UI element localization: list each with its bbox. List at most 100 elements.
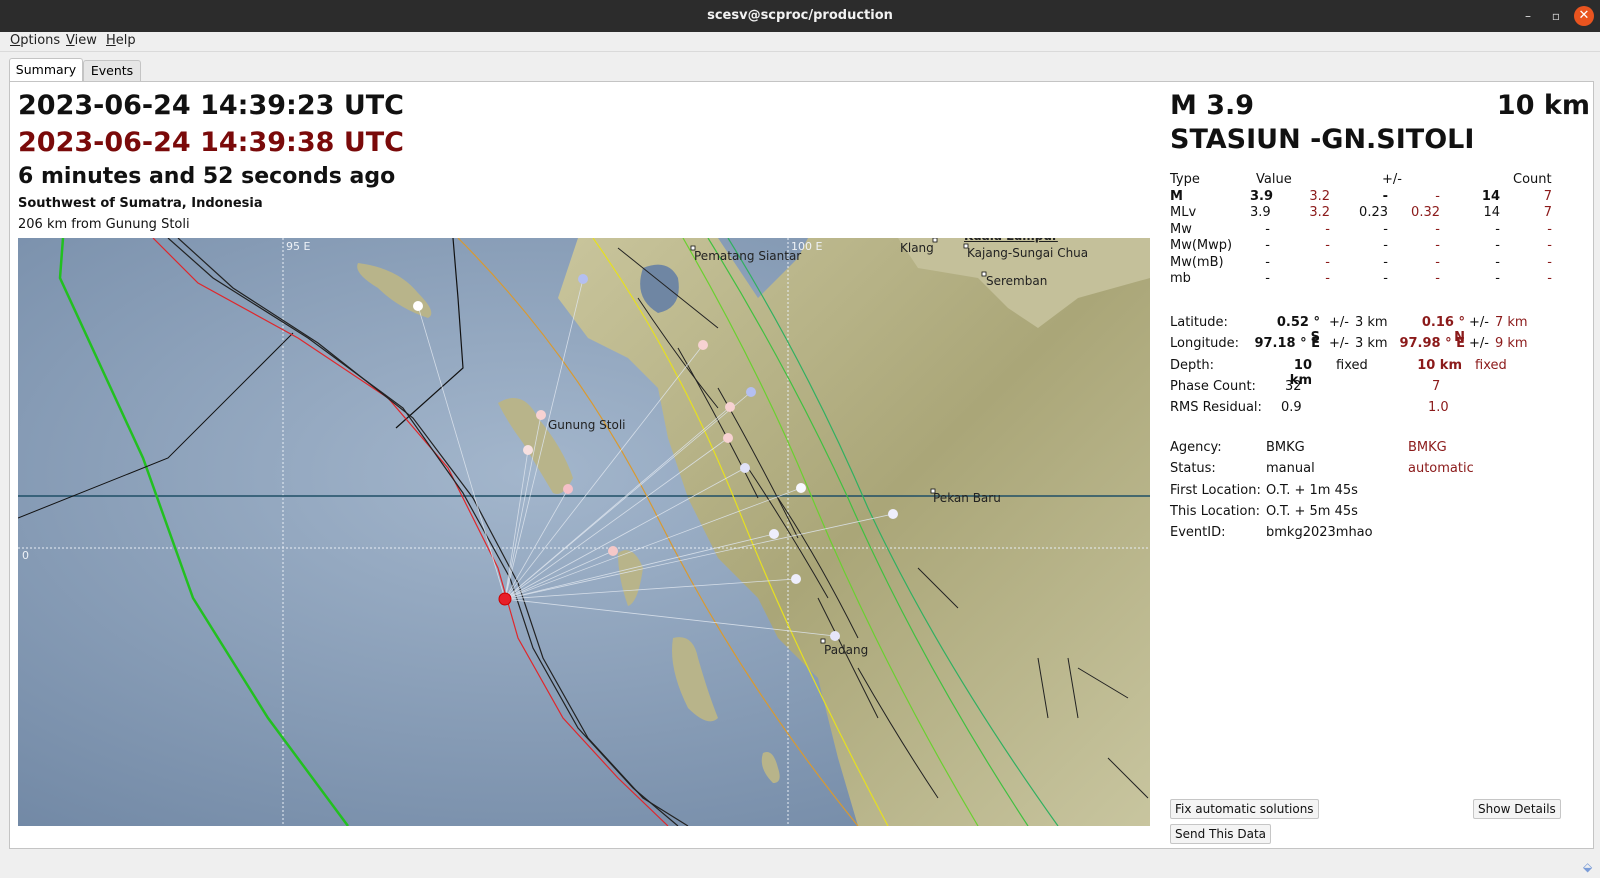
- latitude-pm: +/-: [1329, 315, 1349, 330]
- latitude-pm-auto: +/-: [1469, 315, 1489, 330]
- header-type: Type: [1170, 172, 1200, 187]
- agency-label: Agency:: [1170, 440, 1222, 455]
- magnitude-row-mw[interactable]: Mw - - - - - -: [1170, 222, 1552, 239]
- rms-row: RMS Residual: 0.9 1.0: [1170, 400, 1590, 421]
- phase-count-row: Phase Count: 32 7: [1170, 379, 1590, 400]
- status-label: Status:: [1170, 461, 1216, 477]
- station-marker[interactable]: [769, 529, 779, 539]
- mag-count-auto: 7: [1543, 205, 1552, 220]
- mag-err-auto: -: [1435, 271, 1440, 286]
- agency-row: Agency: BMKG BMKG: [1170, 440, 1590, 461]
- phase-count-value: 32: [1285, 378, 1302, 394]
- location-section: Latitude: 0.52 ° S +/- 3 km 0.16 ° N +/-…: [1170, 315, 1590, 421]
- fix-automatic-solutions-button[interactable]: Fix automatic solutions: [1170, 799, 1319, 819]
- phase-count-value-auto: 7: [1432, 378, 1441, 394]
- station-marker[interactable]: [578, 274, 588, 284]
- this-location-row: This Location: O.T. + 5m 45s: [1170, 504, 1590, 525]
- origin-time: 2023-06-24 14:39:23 UTC: [18, 90, 404, 121]
- longitude-err-auto: 9 km: [1495, 336, 1528, 352]
- mag-value: 3.9: [1250, 188, 1274, 204]
- mag-count: -: [1495, 221, 1500, 237]
- menu-view[interactable]: View: [66, 33, 97, 48]
- epicenter-marker[interactable]: [498, 592, 512, 606]
- station-marker[interactable]: [523, 445, 533, 455]
- longitude-value: 97.18 ° E: [1254, 336, 1320, 352]
- menu-help[interactable]: Help: [106, 33, 136, 48]
- mag-err-auto: -: [1435, 221, 1440, 237]
- station-marker[interactable]: [725, 402, 735, 412]
- magnitude-row-mwmb[interactable]: Mw(mB) - - - - - -: [1170, 255, 1552, 272]
- mag-err: -: [1383, 271, 1388, 286]
- station-marker[interactable]: [698, 340, 708, 350]
- mag-value: 3.9: [1250, 205, 1271, 220]
- send-this-data-button[interactable]: Send This Data: [1170, 824, 1272, 844]
- station-marker[interactable]: [830, 631, 840, 641]
- grid-label-0: 0: [22, 549, 29, 562]
- window-title: scesv@scproc/production: [707, 8, 893, 23]
- latitude-label: Latitude:: [1170, 315, 1228, 330]
- latitude-err: 3 km: [1355, 315, 1388, 330]
- station-marker[interactable]: [608, 546, 618, 556]
- info-section: Agency: BMKG BMKG Status: manual automat…: [1170, 440, 1590, 546]
- first-location-label: First Location:: [1170, 482, 1261, 498]
- depth-row: Depth: 10 km fixed 10 km fixed: [1170, 357, 1590, 388]
- magnitude-row-mwp[interactable]: Mw(Mwp) - - - - - -: [1170, 238, 1552, 255]
- mag-value: -: [1265, 254, 1270, 270]
- tab-summary[interactable]: Summary: [9, 58, 83, 83]
- station-marker[interactable]: [791, 574, 801, 584]
- station-marker[interactable]: [740, 463, 750, 473]
- event-map[interactable]: 95 E 100 E 0 Pematang Siantar Klang Kual…: [18, 238, 1150, 826]
- city-label: Kajang-Sungai Chua: [967, 246, 1089, 260]
- mag-err: -: [1383, 254, 1388, 270]
- station-marker[interactable]: [888, 509, 898, 519]
- mag-err: 0.23: [1359, 205, 1388, 220]
- magnitude-header-row: Type Value +/- Count: [1170, 172, 1552, 189]
- mag-err-auto: -: [1435, 238, 1440, 253]
- rms-value: 0.9: [1281, 400, 1302, 416]
- app-window: scesv@scproc/production – ▫ ✕ Options Vi…: [0, 0, 1600, 878]
- station-marker[interactable]: [746, 387, 756, 397]
- grid-label-95e: 95 E: [286, 240, 311, 253]
- magnitude-table: Type Value +/- Count M 3.9 3.2 - - 14 7 …: [1170, 172, 1552, 288]
- menu-options[interactable]: Options: [10, 33, 60, 48]
- resize-grip-icon[interactable]: ⬙: [1583, 860, 1597, 874]
- mag-value-auto: -: [1325, 254, 1330, 270]
- header-count: Count: [1513, 172, 1552, 187]
- header-value: Value: [1256, 172, 1292, 187]
- depth-label: Depth:: [1170, 357, 1214, 373]
- mag-count: -: [1495, 254, 1500, 270]
- station-marker[interactable]: [413, 301, 423, 311]
- mag-count-auto: -: [1547, 238, 1552, 253]
- agency-value: BMKG: [1266, 440, 1305, 455]
- mag-count: -: [1495, 238, 1500, 253]
- event-id-label: EventID:: [1170, 525, 1226, 541]
- event-id-value[interactable]: bmkg2023mhao: [1266, 525, 1373, 540]
- latitude-err-auto: 7 km: [1495, 315, 1528, 330]
- mag-err-auto: 0.32: [1411, 205, 1440, 220]
- magnitude-value: M 3.9: [1170, 90, 1255, 121]
- mag-count-auto: 7: [1543, 188, 1552, 204]
- magnitude-row-mb[interactable]: mb - - - - - -: [1170, 271, 1552, 288]
- maximize-button[interactable]: ▫: [1546, 6, 1566, 26]
- mag-type: Mw: [1170, 221, 1192, 237]
- station-marker[interactable]: [796, 483, 806, 493]
- mag-value: -: [1265, 271, 1270, 286]
- magnitude-row-m[interactable]: M 3.9 3.2 - - 14 7: [1170, 189, 1552, 206]
- magnitude-row-mlv[interactable]: MLv 3.9 3.2 0.23 0.32 14 7: [1170, 205, 1552, 222]
- longitude-value-auto: 97.98 ° E: [1399, 336, 1465, 352]
- mag-err-auto: -: [1435, 254, 1440, 270]
- longitude-pm: +/-: [1329, 336, 1349, 352]
- station-marker[interactable]: [536, 410, 546, 420]
- close-button[interactable]: ✕: [1574, 6, 1594, 26]
- first-location-row: First Location: O.T. + 1m 45s: [1170, 483, 1590, 504]
- status-row: Status: manual automatic: [1170, 461, 1590, 482]
- mag-type: mb: [1170, 271, 1191, 286]
- minimize-button[interactable]: –: [1518, 6, 1538, 26]
- station-marker[interactable]: [723, 433, 733, 443]
- station-marker[interactable]: [563, 484, 573, 494]
- rms-label: RMS Residual:: [1170, 400, 1262, 416]
- header-err: +/-: [1382, 172, 1402, 187]
- map-canvas[interactable]: [18, 238, 1150, 826]
- show-details-button[interactable]: Show Details: [1473, 799, 1561, 819]
- tab-events[interactable]: Events: [83, 60, 141, 82]
